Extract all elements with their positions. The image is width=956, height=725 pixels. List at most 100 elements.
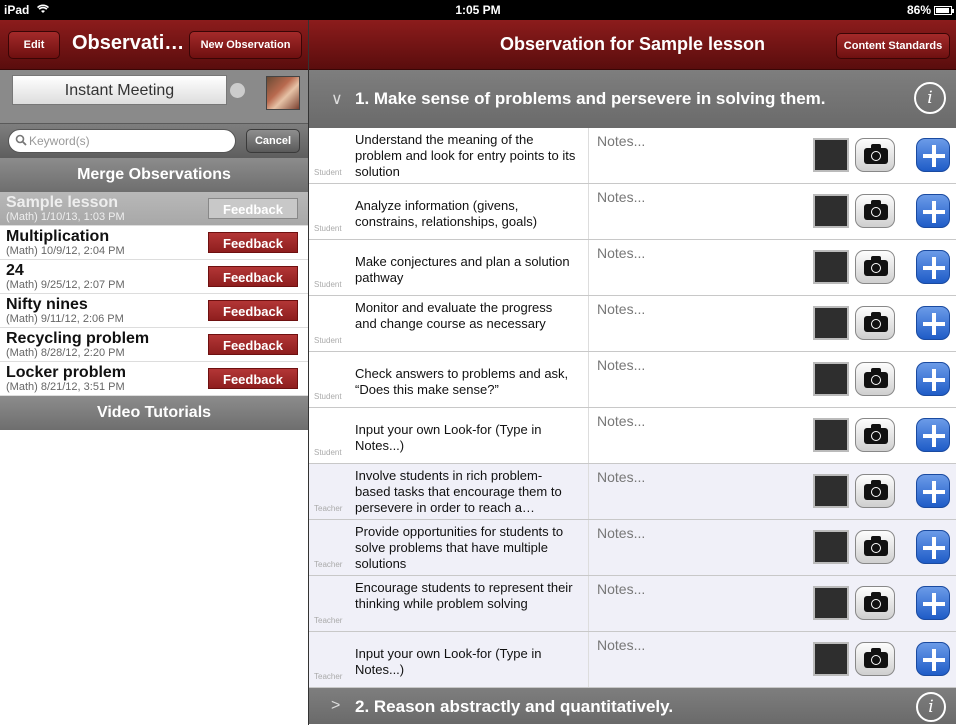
camera-icon (864, 256, 888, 276)
camera-button[interactable] (855, 138, 895, 172)
observations-navbar: Edit Observati… New Observation (0, 20, 308, 70)
chevron-down-icon: ∨ (331, 91, 343, 108)
notes-field[interactable]: Notes... (588, 128, 803, 183)
rating-swatch[interactable] (813, 194, 849, 228)
rating-swatch[interactable] (813, 362, 849, 396)
observation-title: Sample lesson (6, 194, 119, 211)
standard-header[interactable]: > 2. Reason abstractly and quantitativel… (309, 688, 956, 724)
battery-status: 86% (907, 3, 954, 17)
observation-item[interactable]: Nifty nines (Math) 9/11/12, 2:06 PM Feed… (0, 294, 308, 328)
look-for-row: Student Understand the meaning of the pr… (309, 128, 956, 184)
observation-item[interactable]: Recycling problem (Math) 8/28/12, 2:20 P… (0, 328, 308, 362)
feedback-button[interactable]: Feedback (208, 198, 298, 219)
edit-button[interactable]: Edit (8, 31, 60, 59)
video-tutorials-button[interactable]: Video Tutorials (0, 396, 308, 430)
role-label: Teacher (314, 616, 343, 625)
camera-button[interactable] (855, 250, 895, 284)
camera-button[interactable] (855, 362, 895, 396)
look-for-row: Student Check answers to problems and as… (309, 352, 956, 408)
add-icon[interactable] (916, 306, 950, 340)
look-for-row: Teacher Involve students in rich problem… (309, 464, 956, 520)
instant-meeting-toggle[interactable] (230, 83, 245, 98)
notes-field[interactable]: Notes... (588, 464, 803, 519)
rating-swatch[interactable] (813, 530, 849, 564)
camera-button[interactable] (855, 306, 895, 340)
notes-field[interactable]: Notes... (588, 296, 803, 351)
camera-button[interactable] (855, 418, 895, 452)
chevron-right-icon: > (331, 697, 341, 714)
feedback-button[interactable]: Feedback (208, 266, 298, 287)
battery-icon (934, 5, 954, 15)
look-for-text: Monitor and evaluate the progress and ch… (355, 300, 553, 331)
camera-button[interactable] (855, 474, 895, 508)
camera-button[interactable] (855, 586, 895, 620)
standard-title: 1. Make sense of problems and persevere … (355, 89, 826, 108)
observation-item[interactable]: Multiplication (Math) 10/9/12, 2:04 PM F… (0, 226, 308, 260)
rating-swatch[interactable] (813, 586, 849, 620)
role-label: Student (314, 392, 342, 401)
role-label: Student (314, 168, 342, 177)
detail-navbar: Observation for Sample lesson Content St… (309, 20, 956, 70)
camera-button[interactable] (855, 642, 895, 676)
observation-title: Nifty nines (6, 296, 88, 313)
add-icon[interactable] (916, 250, 950, 284)
rating-swatch[interactable] (813, 306, 849, 340)
camera-icon (864, 480, 888, 500)
notes-field[interactable]: Notes... (588, 352, 803, 407)
observations-title: Observati… (72, 32, 185, 54)
info-icon[interactable]: i (916, 692, 946, 722)
role-label: Teacher (314, 560, 343, 569)
avatar[interactable] (266, 76, 300, 110)
search-input[interactable]: Keyword(s) (8, 129, 236, 153)
observation-detail-pane: Observation for Sample lesson Content St… (308, 20, 956, 725)
rating-swatch[interactable] (813, 418, 849, 452)
camera-icon (864, 200, 888, 220)
notes-field[interactable]: Notes... (588, 240, 803, 295)
role-label: Student (314, 448, 342, 457)
observation-title: Locker problem (6, 364, 127, 381)
rating-swatch[interactable] (813, 642, 849, 676)
camera-button[interactable] (855, 530, 895, 564)
notes-field[interactable]: Notes... (588, 632, 803, 687)
add-icon[interactable] (916, 642, 950, 676)
info-icon[interactable]: i (914, 82, 946, 114)
observation-title: Multiplication (6, 228, 110, 245)
rating-swatch[interactable] (813, 138, 849, 172)
add-icon[interactable] (916, 194, 950, 228)
feedback-button[interactable]: Feedback (208, 334, 298, 355)
feedback-button[interactable]: Feedback (208, 300, 298, 321)
add-icon[interactable] (916, 418, 950, 452)
new-observation-button[interactable]: New Observation (189, 31, 302, 59)
observation-item[interactable]: Sample lesson (Math) 1/10/13, 1:03 PM Fe… (0, 192, 308, 226)
feedback-button[interactable]: Feedback (208, 368, 298, 389)
add-icon[interactable] (916, 586, 950, 620)
add-icon[interactable] (916, 362, 950, 396)
add-icon[interactable] (916, 474, 950, 508)
role-label: Student (314, 280, 342, 289)
look-for-list: Student Understand the meaning of the pr… (309, 128, 956, 688)
notes-field[interactable]: Notes... (588, 408, 803, 463)
merge-observations-button[interactable]: Merge Observations (0, 158, 308, 192)
role-label: Student (314, 336, 342, 345)
status-time: 1:05 PM (455, 3, 501, 17)
notes-field[interactable]: Notes... (588, 576, 803, 631)
rating-swatch[interactable] (813, 250, 849, 284)
add-icon[interactable] (916, 138, 950, 172)
notes-field[interactable]: Notes... (588, 184, 803, 239)
rating-swatch[interactable] (813, 474, 849, 508)
look-for-text: Provide opportunities for students to so… (355, 524, 564, 571)
search-bar: Keyword(s) Cancel (0, 124, 308, 158)
add-icon[interactable] (916, 530, 950, 564)
observation-meta: (Math) 9/11/12, 2:06 PM (6, 313, 124, 325)
notes-field[interactable]: Notes... (588, 520, 803, 575)
cancel-button[interactable]: Cancel (246, 129, 300, 153)
observation-item[interactable]: Locker problem (Math) 8/21/12, 3:51 PM F… (0, 362, 308, 396)
content-standards-button[interactable]: Content Standards (836, 33, 950, 59)
feedback-button[interactable]: Feedback (208, 232, 298, 253)
observation-item[interactable]: 24 (Math) 9/25/12, 2:07 PM Feedback (0, 260, 308, 294)
camera-button[interactable] (855, 194, 895, 228)
look-for-text: Analyze information (givens, constrains,… (355, 198, 538, 229)
instant-meeting-button[interactable]: Instant Meeting (12, 75, 227, 105)
standard-header[interactable]: ∨ 1. Make sense of problems and persever… (309, 70, 956, 128)
role-label: Student (314, 224, 342, 233)
